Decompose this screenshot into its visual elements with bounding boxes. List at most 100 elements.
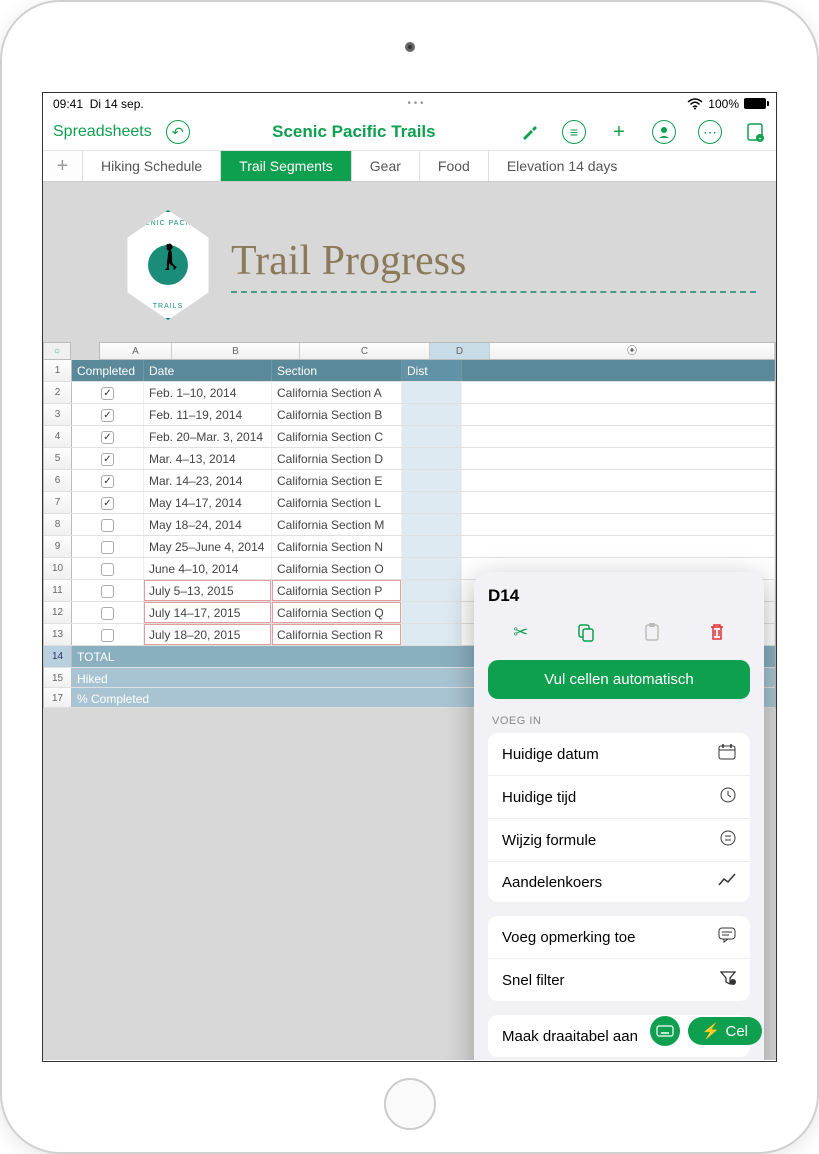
checkbox[interactable]: ✓ <box>101 387 114 400</box>
header-date[interactable]: Date <box>144 360 272 381</box>
cell-section[interactable]: California Section L <box>272 492 402 513</box>
page-title: Trail Progress <box>231 237 756 293</box>
tab-elevation[interactable]: Elevation 14 days <box>489 151 776 181</box>
cell-mode-button[interactable]: ⚡Cel <box>688 1017 762 1045</box>
more-icon[interactable]: ⋯ <box>698 120 722 144</box>
keyboard-button[interactable] <box>650 1016 680 1046</box>
format-brush-icon[interactable] <box>518 121 540 143</box>
col-header-c[interactable]: C <box>300 343 430 359</box>
header-section[interactable]: Section <box>272 360 402 381</box>
tab-hiking-schedule[interactable]: Hiking Schedule <box>83 151 221 181</box>
cell-date[interactable]: July 5–13, 2015 <box>144 580 272 601</box>
cell-date[interactable]: July 18–20, 2015 <box>144 624 272 645</box>
cell-date[interactable]: May 25–June 4, 2014 <box>144 536 272 557</box>
col-header-a[interactable]: A <box>100 343 172 359</box>
cell-section[interactable]: California Section R <box>272 624 402 645</box>
cell-distance[interactable] <box>402 514 462 535</box>
table-row[interactable]: 7 ✓ May 14–17, 2014 California Section L <box>44 492 775 514</box>
cell-date[interactable]: Feb. 20–Mar. 3, 2014 <box>144 426 272 447</box>
insert-icon[interactable]: + <box>744 121 766 143</box>
checkbox[interactable]: ✓ <box>101 431 114 444</box>
cell-distance[interactable] <box>402 536 462 557</box>
checkbox[interactable] <box>101 607 114 620</box>
action-item[interactable]: Voeg opmerking toe <box>488 916 750 959</box>
cell-section[interactable]: California Section M <box>272 514 402 535</box>
add-icon[interactable]: + <box>608 121 630 143</box>
checkbox[interactable] <box>101 563 114 576</box>
table-row[interactable]: 9 May 25–June 4, 2014 California Section… <box>44 536 775 558</box>
collaborate-icon[interactable] <box>652 120 676 144</box>
document-title[interactable]: Scenic Pacific Trails <box>272 122 435 142</box>
insert-item[interactable]: Wijzig formule <box>488 819 750 862</box>
cell-date[interactable]: July 14–17, 2015 <box>144 602 272 623</box>
copy-icon[interactable] <box>570 616 602 648</box>
tab-food[interactable]: Food <box>420 151 489 181</box>
cell-distance[interactable] <box>402 602 462 623</box>
cell-date[interactable]: May 14–17, 2014 <box>144 492 272 513</box>
cell-date[interactable]: June 4–10, 2014 <box>144 558 272 579</box>
time-label: 09:41 <box>53 97 83 111</box>
table-row[interactable]: 8 May 18–24, 2014 California Section M <box>44 514 775 536</box>
cell-section[interactable]: California Section Q <box>272 602 402 623</box>
cell-section[interactable]: California Section C <box>272 426 402 447</box>
cell-section[interactable]: California Section P <box>272 580 402 601</box>
delete-icon[interactable] <box>701 616 733 648</box>
add-sheet-button[interactable]: + <box>43 151 83 181</box>
sheet-canvas[interactable]: SCENIC PACIFIC TRAILS Trail Progress ○ A… <box>43 182 776 1060</box>
cell-distance[interactable] <box>402 558 462 579</box>
checkbox[interactable]: ✓ <box>101 475 114 488</box>
cell-date[interactable]: Feb. 11–19, 2014 <box>144 404 272 425</box>
cell-section[interactable]: California Section O <box>272 558 402 579</box>
table-row[interactable]: 2 ✓ Feb. 1–10, 2014 California Section A <box>44 382 775 404</box>
checkbox[interactable]: ✓ <box>101 409 114 422</box>
table-row[interactable]: 5 ✓ Mar. 4–13, 2014 California Section D <box>44 448 775 470</box>
header-completed[interactable]: Completed <box>72 360 144 381</box>
checkbox[interactable] <box>101 541 114 554</box>
cell-distance[interactable] <box>402 492 462 513</box>
checkbox[interactable]: ✓ <box>101 453 114 466</box>
cell-distance[interactable] <box>402 426 462 447</box>
multitask-dots[interactable]: • • • <box>405 96 425 111</box>
cell-section[interactable]: California Section E <box>272 470 402 491</box>
cut-icon[interactable]: ✂ <box>505 616 537 648</box>
cell-date[interactable]: Feb. 1–10, 2014 <box>144 382 272 403</box>
cell-date[interactable]: Mar. 4–13, 2014 <box>144 448 272 469</box>
autofill-button[interactable]: Vul cellen automatisch <box>488 660 750 699</box>
cell-distance[interactable] <box>402 382 462 403</box>
back-button[interactable]: Spreadsheets <box>53 123 152 141</box>
action-item[interactable]: Snel filter <box>488 959 750 1001</box>
cell-section[interactable]: California Section N <box>272 536 402 557</box>
home-button[interactable] <box>384 1078 436 1130</box>
col-header-b[interactable]: B <box>172 343 300 359</box>
cell-distance[interactable] <box>402 470 462 491</box>
cell-distance[interactable] <box>402 580 462 601</box>
select-all-corner[interactable]: ○ <box>43 342 71 360</box>
cell-section[interactable]: California Section B <box>272 404 402 425</box>
app-toolbar: Spreadsheets ↶ Scenic Pacific Trails ≡ +… <box>43 114 776 151</box>
insert-item-label: Huidige tijd <box>502 789 576 806</box>
checkbox[interactable] <box>101 519 114 532</box>
cell-section[interactable]: California Section D <box>272 448 402 469</box>
cell-distance[interactable] <box>402 448 462 469</box>
checkbox[interactable]: ✓ <box>101 497 114 510</box>
col-header-rest[interactable]: ⦿ <box>490 343 775 359</box>
tab-gear[interactable]: Gear <box>352 151 420 181</box>
undo-icon[interactable]: ↶ <box>166 120 190 144</box>
cell-date[interactable]: May 18–24, 2014 <box>144 514 272 535</box>
insert-item[interactable]: Huidige tijd <box>488 776 750 819</box>
table-row[interactable]: 4 ✓ Feb. 20–Mar. 3, 2014 California Sect… <box>44 426 775 448</box>
checkbox[interactable] <box>101 585 114 598</box>
insert-item[interactable]: Huidige datum <box>488 733 750 776</box>
col-header-d[interactable]: D <box>430 343 490 359</box>
cell-distance[interactable] <box>402 624 462 645</box>
insert-item[interactable]: Aandelenkoers <box>488 862 750 902</box>
filter-icon[interactable]: ≡ <box>562 120 586 144</box>
table-row[interactable]: 3 ✓ Feb. 11–19, 2014 California Section … <box>44 404 775 426</box>
checkbox[interactable] <box>101 629 114 642</box>
table-row[interactable]: 6 ✓ Mar. 14–23, 2014 California Section … <box>44 470 775 492</box>
cell-date[interactable]: Mar. 14–23, 2014 <box>144 470 272 491</box>
header-distance[interactable]: Dist <box>402 360 462 381</box>
cell-section[interactable]: California Section A <box>272 382 402 403</box>
cell-distance[interactable] <box>402 404 462 425</box>
tab-trail-segments[interactable]: Trail Segments <box>221 151 352 181</box>
